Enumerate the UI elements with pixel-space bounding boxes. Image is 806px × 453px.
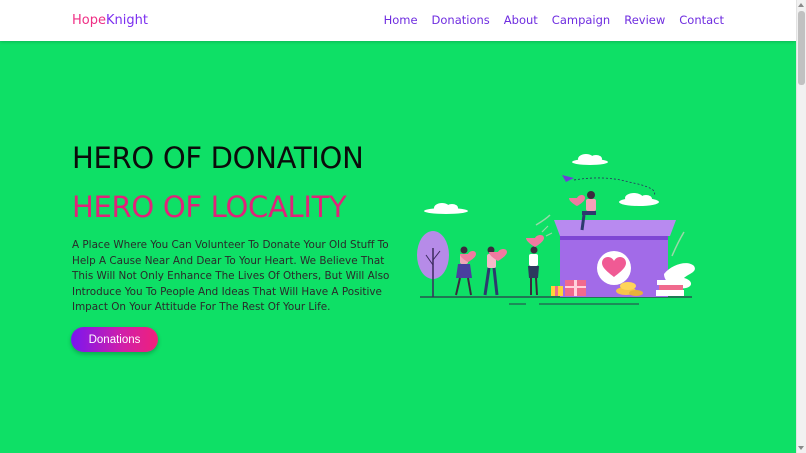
nav-link-review[interactable]: Review: [624, 12, 665, 29]
cloud-icon: [619, 193, 659, 206]
scrollbar-thumb[interactable]: [798, 11, 805, 85]
hero-title-line-2: HERO OF LOCALITY: [72, 190, 347, 224]
nav-link-contact[interactable]: Contact: [679, 12, 724, 29]
tree-icon: [417, 231, 449, 297]
paper-plane-icon: [562, 175, 574, 182]
cloud-icon: [424, 203, 468, 214]
vertical-scrollbar[interactable]: [796, 0, 806, 453]
gift-box-icon: [551, 280, 586, 296]
brand-logo-part-knight: Knight: [105, 13, 148, 28]
donation-box-illustration: [414, 150, 714, 310]
volunteer-figure: [455, 246, 476, 296]
page: HopeKnight Home Donations About Campaign…: [0, 0, 806, 453]
hero-title-line-1: HERO OF DONATION: [72, 141, 364, 175]
nav-link-about[interactable]: About: [504, 12, 538, 29]
brand-logo-part-hope: Hope: [72, 13, 106, 28]
scroll-up-arrow-icon[interactable]: [798, 3, 804, 7]
donations-button[interactable]: Donations: [71, 327, 158, 352]
brand-logo[interactable]: HopeKnight: [72, 12, 148, 29]
cloud-icon: [572, 154, 608, 165]
book-stack-icon: [656, 280, 684, 296]
volunteer-figure: [483, 246, 507, 296]
hero-description: A Place Where You Can Volunteer To Donat…: [72, 239, 390, 313]
nav-link-campaign[interactable]: Campaign: [552, 12, 610, 29]
nav-link-donations[interactable]: Donations: [432, 12, 490, 29]
main-nav: Home Donations About Campaign Review Con…: [370, 12, 724, 29]
scroll-down-arrow-icon[interactable]: [798, 446, 804, 450]
nav-link-home[interactable]: Home: [384, 12, 418, 29]
illustration-svg: [417, 154, 695, 305]
site-header: HopeKnight Home Donations About Campaign…: [0, 0, 796, 41]
volunteer-figure: [526, 225, 553, 296]
